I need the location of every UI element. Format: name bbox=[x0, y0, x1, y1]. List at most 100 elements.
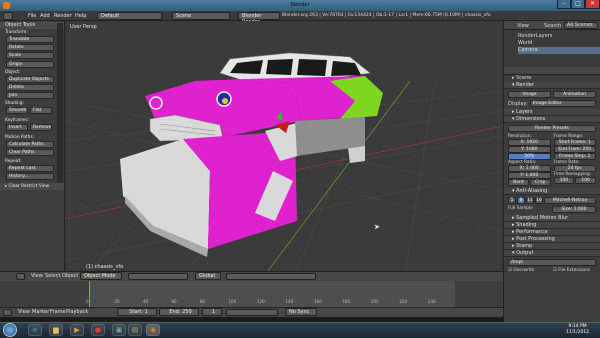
join-button[interactable]: Join bbox=[6, 92, 54, 99]
anti-aliasing-header[interactable]: ▾ Anti-Aliasing bbox=[504, 188, 600, 195]
minimize-button[interactable]: – bbox=[557, 0, 571, 9]
media-player-icon[interactable]: ▶ bbox=[70, 324, 84, 336]
aa-samples-11[interactable]: 11 bbox=[526, 197, 534, 204]
start-frame-prop[interactable]: Start Frame: 1 bbox=[553, 139, 596, 146]
tl-playback-menu[interactable]: Playback bbox=[66, 308, 88, 316]
timeline-editor-icon[interactable] bbox=[3, 309, 12, 316]
history-button[interactable]: History... bbox=[6, 173, 54, 180]
outliner-view-menu[interactable]: View bbox=[517, 23, 529, 29]
render-engine-select[interactable]: Blender Render bbox=[238, 12, 280, 25]
3d-viewport[interactable] bbox=[65, 21, 503, 275]
performance-header[interactable]: ▸ Performance bbox=[504, 229, 600, 236]
layer-buttons[interactable] bbox=[226, 273, 316, 280]
app-taskbar-icon-2[interactable]: ▤ bbox=[128, 324, 142, 336]
repeat-last-button[interactable]: Repeat Last bbox=[6, 165, 54, 172]
orientation-select[interactable]: Global bbox=[195, 272, 221, 280]
end-frame-prop[interactable]: End Fram: 250 bbox=[553, 146, 596, 153]
smooth-button[interactable]: Smooth bbox=[6, 107, 28, 114]
output-path-field[interactable]: /tmp\ bbox=[508, 259, 596, 266]
menu-render[interactable]: Render bbox=[54, 12, 72, 20]
timeline[interactable]: 0 20 40 60 80 100 120 140 160 180 200 220 240 bbox=[0, 281, 503, 307]
outliner-item[interactable]: RenderLayers bbox=[518, 33, 600, 40]
chrome-icon[interactable]: ● bbox=[91, 324, 105, 336]
old-frame-field[interactable]: 100 bbox=[553, 177, 575, 184]
origin-button[interactable]: Origin bbox=[6, 61, 54, 68]
overwrite-checkbox[interactable]: ☑ Overwrite bbox=[508, 268, 551, 273]
frame-step-prop[interactable]: Frame Step: 1 bbox=[553, 153, 596, 160]
app-taskbar-icon[interactable]: ▣ bbox=[112, 324, 126, 336]
close-button[interactable]: ✕ bbox=[585, 0, 600, 9]
tl-frame-menu[interactable]: Frame bbox=[50, 308, 66, 316]
calculate-paths-button[interactable]: Calculate Paths bbox=[6, 141, 54, 148]
aspect-x-field[interactable]: X: 1.000 bbox=[508, 165, 551, 172]
aa-filter-select[interactable]: Mitchell-Netrav bbox=[544, 197, 596, 204]
render-panel-header[interactable]: ▾ Render bbox=[504, 82, 600, 89]
info-editor-icon[interactable] bbox=[3, 12, 13, 20]
layers-panel-header[interactable]: ▸ Layers bbox=[504, 109, 600, 116]
file-explorer-icon[interactable]: ▆ bbox=[49, 324, 63, 336]
stamp-header[interactable]: ▸ Stamp bbox=[504, 243, 600, 250]
blender-taskbar-icon[interactable]: ◉ bbox=[146, 324, 160, 336]
filter-size-field[interactable]: Size: 1.000 bbox=[552, 206, 596, 213]
clear-restrict-panel[interactable]: ▸ Clear Restrict View bbox=[0, 183, 64, 190]
motion-blur-header[interactable]: ▸ Sampled Motion Blur bbox=[504, 215, 600, 222]
display-select[interactable]: Image Editor bbox=[529, 100, 596, 107]
rotate-button[interactable]: Rotate bbox=[6, 44, 54, 51]
properties-tabs[interactable] bbox=[504, 67, 600, 75]
scale-button[interactable]: Scale bbox=[6, 52, 54, 59]
file-extensions-checkbox[interactable]: ☑ File Extensions bbox=[553, 268, 596, 273]
post-processing-header[interactable]: ▸ Post Processing bbox=[504, 236, 600, 243]
end-frame-field[interactable]: End: 250 bbox=[159, 308, 199, 316]
output-header[interactable]: ▾ Output bbox=[504, 250, 600, 257]
vp-object-menu[interactable]: Object bbox=[62, 272, 78, 280]
duplicate-button[interactable]: Duplicate Objects bbox=[6, 76, 54, 83]
internet-explorer-icon[interactable]: e bbox=[28, 324, 42, 336]
start-frame-field[interactable]: Start: 1 bbox=[117, 308, 157, 316]
shading-header[interactable]: ▸ Shading bbox=[504, 222, 600, 229]
remove-keyframe-button[interactable]: Remove bbox=[30, 124, 52, 131]
tool-shelf-scrollbar[interactable] bbox=[57, 23, 63, 183]
tools-header[interactable]: Object Tools bbox=[0, 22, 64, 29]
menu-help[interactable]: Help bbox=[75, 12, 86, 20]
render-image-button[interactable]: Image bbox=[508, 91, 551, 98]
viewport-editor-icon[interactable] bbox=[16, 273, 25, 280]
render-presets-select[interactable]: Render Presets bbox=[508, 125, 596, 132]
menu-add[interactable]: Add bbox=[40, 12, 50, 20]
outliner-item[interactable]: World bbox=[518, 40, 600, 47]
fps-select[interactable]: 24 fps bbox=[553, 165, 596, 172]
aa-samples-5[interactable]: 5 bbox=[508, 197, 516, 204]
maximize-button[interactable]: □ bbox=[571, 0, 585, 9]
tl-marker-menu[interactable]: Marker bbox=[32, 308, 49, 316]
tl-view-menu[interactable]: View bbox=[18, 308, 30, 316]
resolution-x-field[interactable]: X: 1920 bbox=[508, 139, 551, 146]
insert-keyframe-button[interactable]: Insert bbox=[6, 124, 28, 131]
translate-button[interactable]: Translate bbox=[6, 36, 54, 43]
start-button[interactable] bbox=[3, 323, 17, 337]
outliner-item[interactable]: Camera bbox=[518, 47, 600, 54]
screen-layout-select[interactable]: Default bbox=[97, 12, 162, 20]
current-frame-field[interactable]: 1 bbox=[202, 308, 222, 316]
aspect-y-field[interactable]: Y: 1.000 bbox=[508, 172, 551, 179]
outliner-search-menu[interactable]: Search bbox=[544, 23, 561, 29]
vp-view-menu[interactable]: View bbox=[31, 272, 43, 280]
playback-controls[interactable] bbox=[226, 309, 278, 316]
new-frame-field[interactable]: 100 bbox=[575, 177, 596, 184]
outliner-display-select[interactable]: All Scenes bbox=[564, 22, 598, 29]
crop-checkbox[interactable]: Crop bbox=[529, 179, 551, 186]
clear-paths-button[interactable]: Clear Paths bbox=[6, 149, 54, 156]
mode-select[interactable]: Object Mode bbox=[80, 272, 122, 280]
scene-select[interactable]: Scene bbox=[172, 12, 230, 20]
aa-samples-16[interactable]: 16 bbox=[535, 197, 543, 204]
aa-samples-8[interactable]: 8 bbox=[517, 197, 525, 204]
border-checkbox[interactable]: Bord bbox=[508, 179, 529, 186]
full-sample-checkbox[interactable]: Full Sample bbox=[508, 206, 550, 213]
resolution-y-field[interactable]: Y: 1080 bbox=[508, 146, 551, 153]
shading-buttons[interactable] bbox=[128, 273, 188, 280]
resolution-percent-field[interactable]: 50% bbox=[508, 153, 551, 160]
system-clock[interactable]: 9:14 PM 11/1/2012 bbox=[566, 324, 589, 336]
menu-file[interactable]: File bbox=[28, 12, 36, 20]
render-animation-button[interactable]: Animation bbox=[553, 91, 596, 98]
delete-button[interactable]: Delete bbox=[6, 84, 54, 91]
vp-select-menu[interactable]: Select bbox=[45, 272, 60, 280]
sync-select[interactable]: No Sync bbox=[285, 308, 317, 316]
